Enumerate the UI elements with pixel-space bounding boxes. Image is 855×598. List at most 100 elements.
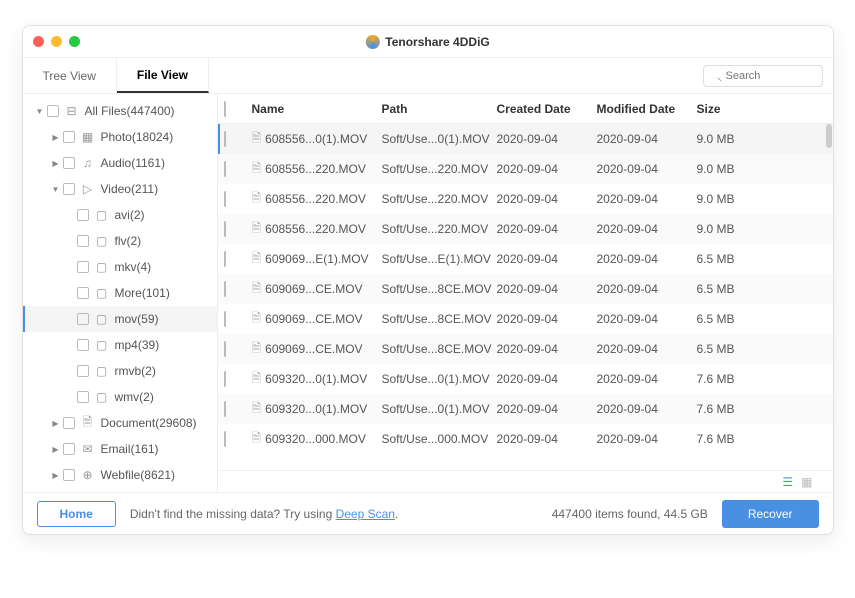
table-row[interactable]: 🗎609069...E(1).MOVSoft/Use...E(1).MOV202… xyxy=(218,244,833,274)
checkbox[interactable] xyxy=(224,221,226,237)
hint-text: Didn't find the missing data? Try using … xyxy=(130,507,398,521)
table-row[interactable]: 🗎609320...0(1).MOVSoft/Use...0(1).MOV202… xyxy=(218,394,833,424)
checkbox[interactable] xyxy=(77,365,89,377)
tree-item-audio[interactable]: ▶♫Audio(1161) xyxy=(23,150,217,176)
tree-item-email[interactable]: ▶✉Email(161) xyxy=(23,436,217,462)
checkbox[interactable] xyxy=(224,311,226,327)
checkbox[interactable] xyxy=(224,191,226,207)
cell-name: 609069...E(1).MOV xyxy=(265,252,368,266)
checkbox[interactable] xyxy=(47,105,59,117)
tree-item-more[interactable]: ▢More(101) xyxy=(23,280,217,306)
col-size[interactable]: Size xyxy=(697,102,777,116)
checkbox[interactable] xyxy=(63,157,75,169)
checkbox[interactable] xyxy=(77,339,89,351)
checkbox[interactable] xyxy=(77,261,89,273)
table-row[interactable]: 🗎608556...220.MOVSoft/Use...220.MOV2020-… xyxy=(218,214,833,244)
checkbox[interactable] xyxy=(63,131,75,143)
table-row[interactable]: 🗎609320...000.MOVSoft/Use...000.MOV2020-… xyxy=(218,424,833,454)
checkbox[interactable] xyxy=(63,183,75,195)
audio-icon: ♫ xyxy=(81,156,95,170)
maximize-icon[interactable] xyxy=(69,36,80,47)
file-list-body: 🗎608556...0(1).MOVSoft/Use...0(1).MOV202… xyxy=(218,124,833,470)
table-row[interactable]: 🗎608556...220.MOVSoft/Use...220.MOV2020-… xyxy=(218,184,833,214)
minimize-icon[interactable] xyxy=(51,36,62,47)
checkbox[interactable] xyxy=(224,401,226,417)
tree-item-mkv[interactable]: ▢mkv(4) xyxy=(23,254,217,280)
table-row[interactable]: 🗎609069...CE.MOVSoft/Use...8CE.MOV2020-0… xyxy=(218,304,833,334)
checkbox[interactable] xyxy=(224,371,226,387)
checkbox[interactable] xyxy=(63,417,75,429)
checkbox[interactable] xyxy=(63,443,75,455)
checkbox[interactable] xyxy=(224,251,226,267)
tree-item-mov[interactable]: ▢mov(59) xyxy=(23,306,217,332)
tree-item-flv[interactable]: ▢flv(2) xyxy=(23,228,217,254)
cell-created: 2020-09-04 xyxy=(497,432,597,446)
cell-size: 6.5 MB xyxy=(697,252,777,266)
recover-button[interactable]: Recover xyxy=(722,500,819,528)
checkbox[interactable] xyxy=(224,131,226,147)
checkbox[interactable] xyxy=(77,287,89,299)
col-modified[interactable]: Modified Date xyxy=(597,102,697,116)
scrollbar-thumb[interactable] xyxy=(826,124,832,148)
grid-view-icon[interactable]: ▦ xyxy=(801,475,812,489)
tree-item-mp4[interactable]: ▢mp4(39) xyxy=(23,332,217,358)
cell-modified: 2020-09-04 xyxy=(597,252,697,266)
checkbox[interactable] xyxy=(77,209,89,221)
list-view-icon[interactable]: ☰ xyxy=(782,475,793,489)
checkbox[interactable] xyxy=(224,161,226,177)
col-path[interactable]: Path xyxy=(382,102,497,116)
main-area: ▼⊟All Files(447400) ▶▦Photo(18024) ▶♫Aud… xyxy=(23,94,833,492)
tab-file-view[interactable]: File View xyxy=(117,58,209,93)
table-row[interactable]: 🗎608556...220.MOVSoft/Use...220.MOV2020-… xyxy=(218,154,833,184)
tree-item-rmvb[interactable]: ▢rmvb(2) xyxy=(23,358,217,384)
cell-size: 6.5 MB xyxy=(697,282,777,296)
tab-tree-view[interactable]: Tree View xyxy=(23,58,117,93)
cell-name: 608556...220.MOV xyxy=(265,192,366,206)
toolbar: Tree View File View xyxy=(23,58,833,94)
checkbox[interactable] xyxy=(224,431,226,447)
deep-scan-link[interactable]: Deep Scan xyxy=(336,507,395,521)
search-input[interactable] xyxy=(703,65,823,87)
tree-item-avi[interactable]: ▢avi(2) xyxy=(23,202,217,228)
table-row[interactable]: 🗎609069...CE.MOVSoft/Use...8CE.MOV2020-0… xyxy=(218,334,833,364)
col-name[interactable]: Name xyxy=(252,102,382,116)
file-list: Name Path Created Date Modified Date Siz… xyxy=(218,94,833,492)
cell-modified: 2020-09-04 xyxy=(597,132,697,146)
document-icon: 🗎 xyxy=(81,413,95,434)
home-button[interactable]: Home xyxy=(37,501,116,527)
file-icon: 🗎 xyxy=(252,159,262,180)
cell-name: 609069...CE.MOV xyxy=(265,282,362,296)
file-icon: 🗎 xyxy=(252,339,262,360)
photo-icon: ▦ xyxy=(81,130,95,144)
checkbox-all[interactable] xyxy=(224,101,226,117)
cell-created: 2020-09-04 xyxy=(497,162,597,176)
tree-item-video[interactable]: ▼▷Video(211) xyxy=(23,176,217,202)
tree-item-document[interactable]: ▶🗎Document(29608) xyxy=(23,410,217,436)
tree-item-all-files[interactable]: ▼⊟All Files(447400) xyxy=(23,98,217,124)
folder-icon: ▢ xyxy=(95,338,109,352)
file-icon: 🗎 xyxy=(252,189,262,210)
cell-name: 609320...0(1).MOV xyxy=(265,402,367,416)
cell-size: 9.0 MB xyxy=(697,222,777,236)
tree-item-webfile[interactable]: ▶⊕Webfile(8621) xyxy=(23,462,217,488)
checkbox[interactable] xyxy=(224,281,226,297)
col-created[interactable]: Created Date xyxy=(497,102,597,116)
folder-icon: ▢ xyxy=(95,312,109,326)
cell-path: Soft/Use...220.MOV xyxy=(382,222,497,236)
checkbox[interactable] xyxy=(77,313,89,325)
checkbox[interactable] xyxy=(77,391,89,403)
table-row[interactable]: 🗎609320...0(1).MOVSoft/Use...0(1).MOV202… xyxy=(218,364,833,394)
cell-path: Soft/Use...220.MOV xyxy=(382,162,497,176)
app-window: Tenorshare 4DDiG Tree View File View ▼⊟A… xyxy=(22,25,834,535)
table-row[interactable]: 🗎608556...0(1).MOVSoft/Use...0(1).MOV202… xyxy=(218,124,833,154)
file-icon: 🗎 xyxy=(252,249,262,270)
table-row[interactable]: 🗎609069...CE.MOVSoft/Use...8CE.MOV2020-0… xyxy=(218,274,833,304)
cell-name: 609069...CE.MOV xyxy=(265,342,362,356)
checkbox[interactable] xyxy=(224,341,226,357)
cell-path: Soft/Use...8CE.MOV xyxy=(382,312,497,326)
checkbox[interactable] xyxy=(63,469,75,481)
tree-item-photo[interactable]: ▶▦Photo(18024) xyxy=(23,124,217,150)
checkbox[interactable] xyxy=(77,235,89,247)
tree-item-wmv[interactable]: ▢wmv(2) xyxy=(23,384,217,410)
close-icon[interactable] xyxy=(33,36,44,47)
